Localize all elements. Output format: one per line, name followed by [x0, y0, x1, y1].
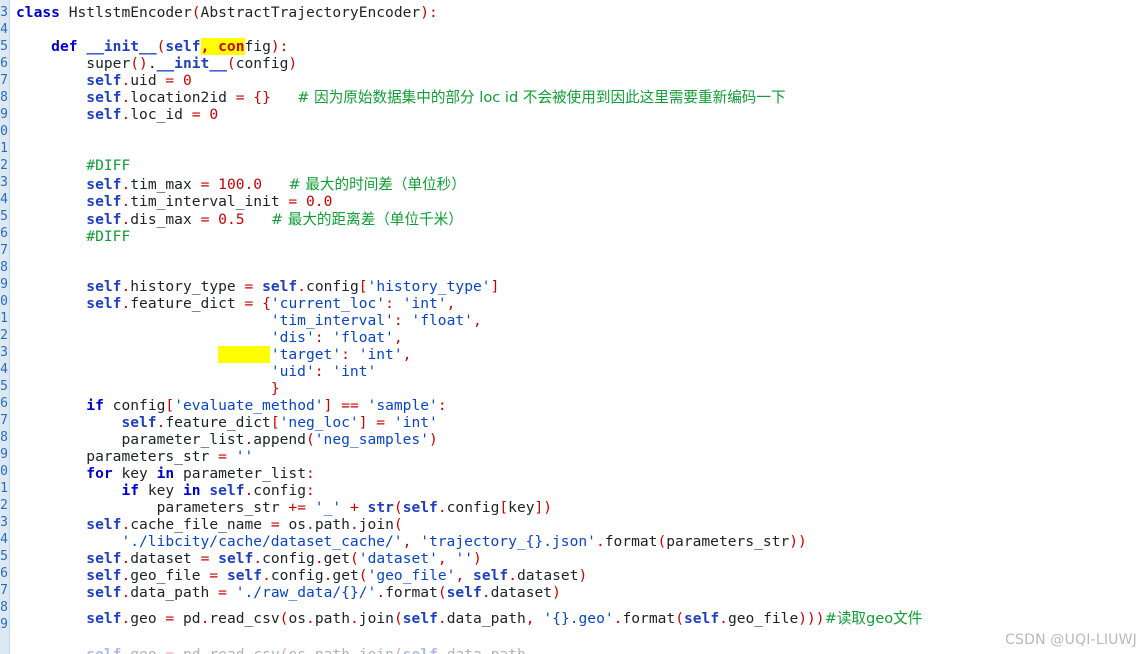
- code-line-dict-entry[interactable]: 'tim_interval': 'float',: [16, 312, 482, 329]
- code-line-if-evaluate[interactable]: if config['evaluate_method'] == 'sample'…: [16, 397, 446, 414]
- line-number: 12: [0, 158, 8, 173]
- line-number: 3: [0, 5, 8, 20]
- code-line-location2id[interactable]: self.location2id = {} # 因为原始数据集中的部分 loc …: [16, 89, 786, 106]
- code-line-for-key[interactable]: for key in parameter_list:: [16, 465, 315, 482]
- search-match-highlight: , con: [200, 38, 245, 55]
- line-number: 5: [0, 39, 8, 54]
- inline-comment: #读取geo文件: [824, 610, 923, 627]
- line-number: 25: [0, 379, 8, 394]
- line-number: 11: [0, 141, 8, 156]
- code-line[interactable]: parameter_list.append('neg_samples'): [16, 431, 437, 448]
- diff-marker-comment: #DIFF: [86, 228, 131, 245]
- code-line-dataset[interactable]: self.dataset = self.config.get('dataset'…: [16, 550, 482, 567]
- code-line[interactable]: './libcity/cache/dataset_cache/', 'traje…: [16, 533, 806, 550]
- line-number: 26: [0, 396, 8, 411]
- line-number: 18: [0, 260, 8, 275]
- code-line-feature-dict[interactable]: self.feature_dict = {'current_loc': 'int…: [16, 295, 455, 312]
- code-line-dis-max[interactable]: self.dis_max = 0.5 # 最大的距离差（单位千米）: [16, 211, 463, 228]
- diff-marker-comment: #DIFF: [86, 157, 131, 174]
- code-line[interactable]: self.tim_interval_init = 0.0: [16, 193, 332, 210]
- line-number: 4: [0, 22, 8, 37]
- code-line-clipped[interactable]: self.geo = pd.read_csv(os.path.join(self…: [16, 646, 534, 654]
- inline-comment: # 最大的距离差（单位千米）: [270, 211, 463, 228]
- inline-comment: # 因为原始数据集中的部分 loc id 不会被使用到因此这里需要重新编码一下: [297, 89, 786, 106]
- code-line[interactable]: parameters_str += '_' + str(self.config[…: [16, 499, 553, 516]
- line-number-gutter: 3456789101112131415161718192021222324252…: [0, 0, 10, 654]
- code-line[interactable]: self.loc_id = 0: [16, 106, 218, 123]
- code-line-tim-max[interactable]: self.tim_max = 100.0 # 最大的时间差（单位秒）: [16, 176, 466, 193]
- line-number: 31: [0, 481, 8, 496]
- line-number: 19: [0, 277, 8, 292]
- line-number: 17: [0, 243, 8, 258]
- line-number: 24: [0, 362, 8, 377]
- line-number: 29: [0, 447, 8, 462]
- line-number: 9: [0, 107, 8, 122]
- code-line-history-type[interactable]: self.history_type = self.config['history…: [16, 278, 499, 295]
- code-line[interactable]: super().__init__(config): [16, 55, 297, 72]
- code-line[interactable]: parameters_str = '': [16, 448, 253, 465]
- code-line[interactable]: self.uid = 0: [16, 72, 192, 89]
- line-number: 27: [0, 413, 8, 428]
- code-line-dict-entry[interactable]: 'uid': 'int': [16, 363, 376, 380]
- code-line-geo-read[interactable]: self.geo = pd.read_csv(os.path.join(self…: [16, 610, 922, 627]
- code-content[interactable]: class HstlstmEncoder(AbstractTrajectoryE…: [0, 0, 1146, 654]
- line-number: 10: [0, 124, 8, 139]
- code-editor[interactable]: 3456789101112131415161718192021222324252…: [0, 0, 1146, 654]
- line-number: 38: [0, 600, 8, 615]
- line-number: 7: [0, 73, 8, 88]
- code-line-diff-end[interactable]: #DIFF: [16, 228, 130, 245]
- line-number: 33: [0, 515, 8, 530]
- line-number: 13: [0, 175, 8, 190]
- line-number: 37: [0, 583, 8, 598]
- line-number: 15: [0, 209, 8, 224]
- line-number: 28: [0, 430, 8, 445]
- code-line-diff-start[interactable]: #DIFF: [16, 157, 130, 174]
- line-number: 35: [0, 549, 8, 564]
- code-line-cache-file-name[interactable]: self.cache_file_name = os.path.join(: [16, 516, 402, 533]
- code-line-dict-entry[interactable]: 'dis': 'float',: [16, 329, 403, 346]
- line-number: 34: [0, 532, 8, 547]
- line-number: 30: [0, 464, 8, 479]
- line-number: 21: [0, 311, 8, 326]
- line-number: 8: [0, 90, 8, 105]
- code-line-if-key[interactable]: if key in self.config:: [16, 482, 314, 499]
- code-line[interactable]: self.feature_dict['neg_loc'] = 'int': [16, 414, 437, 431]
- line-number: 39: [0, 617, 8, 632]
- line-number: 23: [0, 345, 8, 360]
- code-line-data-path[interactable]: self.data_path = './raw_data/{}/'.format…: [16, 584, 561, 601]
- code-line[interactable]: class HstlstmEncoder(AbstractTrajectoryE…: [16, 4, 438, 21]
- line-number: 36: [0, 566, 8, 581]
- csdn-watermark: CSDN @UQI-LIUWJ: [1005, 632, 1137, 648]
- code-line-geo-file[interactable]: self.geo_file = self.config.get('geo_fil…: [16, 567, 587, 584]
- line-number: 16: [0, 226, 8, 241]
- line-number: 6: [0, 56, 8, 71]
- inline-comment: # 最大的时间差（单位秒）: [288, 176, 466, 193]
- line-number: 32: [0, 498, 8, 513]
- line-number: 14: [0, 192, 8, 207]
- code-line-dict-close[interactable]: }: [16, 380, 280, 397]
- line-number: 22: [0, 328, 8, 343]
- code-line-dict-entry[interactable]: 'target': 'int',: [16, 346, 412, 363]
- line-number: 20: [0, 294, 8, 309]
- code-line-def-init[interactable]: def __init__(self, config):: [16, 38, 288, 55]
